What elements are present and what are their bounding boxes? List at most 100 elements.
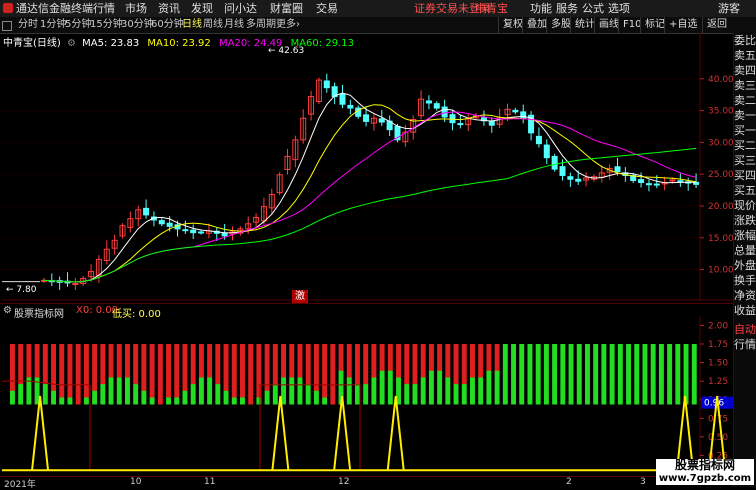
indicator-bar [281, 370, 286, 378]
indicator-bar [264, 344, 270, 351]
high-marker: ← 42.63 [268, 46, 305, 56]
tab-intraday[interactable]: 分时 [18, 17, 38, 33]
indicator-bar [174, 350, 180, 358]
indicator-bar [215, 397, 221, 405]
sidebar-item[interactable]: 现价 [734, 198, 756, 213]
indicator-bar [125, 397, 130, 405]
sidebar-item[interactable]: 卖五 [734, 48, 756, 63]
indicator-bar [461, 344, 467, 351]
indicator-bar [486, 390, 492, 398]
sidebar-item[interactable]: 净资 [734, 288, 756, 303]
indicator-bar [355, 377, 360, 385]
indicator-bar [313, 357, 319, 365]
indicator-bar [313, 364, 319, 372]
menu-discover[interactable]: 发现 [191, 0, 213, 17]
indicator-bar [585, 384, 590, 392]
sidebar-item[interactable]: 买五 [734, 183, 756, 198]
tab-daily[interactable]: 日线 [182, 17, 202, 33]
candlestick-chart[interactable]: 10.00 15.00 20.00 25.00 30.00 35.00 40.00 [0, 33, 734, 301]
tab-monthly[interactable]: 月线 [224, 17, 244, 33]
sidebar-item[interactable]: 买三 [734, 153, 756, 168]
high-marker-value: 42.63 [278, 46, 305, 56]
indicator-bar [149, 344, 155, 351]
indicator-bar [683, 350, 689, 358]
menu-market[interactable]: 市场 [125, 0, 147, 17]
tab-more[interactable]: 更多 [276, 17, 296, 33]
indicator-bar [256, 370, 262, 378]
indicator-bar [338, 350, 344, 358]
menu-ask[interactable]: 问小达 [224, 0, 257, 17]
indicator-bar [256, 390, 262, 398]
indicator-bar [617, 344, 623, 351]
guest-label[interactable]: 游客 [718, 0, 740, 17]
quote-button[interactable]: 行情 [734, 337, 756, 352]
indicator-bar [650, 350, 656, 358]
auto-button[interactable]: 自动 [734, 322, 756, 337]
menu-news[interactable]: 资讯 [158, 0, 180, 17]
indicator-bar [305, 370, 311, 378]
indicator-bar [330, 370, 336, 378]
indicator-bar [576, 377, 582, 385]
sidebar-item[interactable]: 买二 [734, 138, 756, 153]
sidebar-item[interactable]: 卖一 [734, 108, 756, 123]
sidebar-item[interactable]: 收益 [734, 303, 756, 318]
indicator-bar [675, 377, 681, 385]
indicator-bar [59, 397, 65, 405]
indicator-bar [338, 357, 344, 365]
tab-1min[interactable]: 1分钟 [40, 17, 66, 33]
tab-15min[interactable]: 15分钟 [90, 17, 123, 33]
menu-function[interactable]: 功能 [530, 0, 552, 17]
indicator-bar [601, 364, 607, 372]
indicator-bar [691, 384, 697, 392]
indicator-bar [67, 370, 73, 378]
indicator-bar [190, 364, 196, 372]
indicator-bar [371, 390, 377, 398]
sidebar-item[interactable]: 换手 [734, 273, 756, 288]
indicator-bar [543, 357, 549, 365]
event-badge[interactable]: 激 [292, 290, 308, 303]
sidebar-item[interactable]: 涨幅 [734, 228, 756, 243]
indicator-bar [108, 357, 114, 365]
sidebar-item[interactable]: 卖四 [734, 63, 756, 78]
menu-trade[interactable]: 交易 [316, 0, 338, 17]
menu-formula[interactable]: 公式 [582, 0, 604, 17]
sidebar-item[interactable]: 卖三 [734, 78, 756, 93]
candle-body [166, 222, 173, 227]
tab-multi-period[interactable]: 多周期 [246, 17, 276, 33]
sidebar-item[interactable]: 外盘 [734, 258, 756, 273]
tab-60min[interactable]: 60分钟 [151, 17, 184, 33]
indicator-bar [420, 377, 426, 385]
toggle-icon[interactable] [2, 21, 12, 31]
app-title: 通达信金融终端 [16, 2, 93, 15]
indicator-bar [560, 364, 566, 372]
indicator-bar [100, 397, 106, 405]
indicator-chart[interactable]: 0.250.500.751.001.251.501.752.000.96 [0, 316, 734, 476]
indicator-bar [412, 350, 418, 358]
more-chevron-icon[interactable]: › [296, 17, 300, 33]
indicator-bar [190, 384, 196, 392]
indicator-bar [26, 370, 32, 378]
tab-weekly[interactable]: 周线 [203, 17, 223, 33]
menu-quotes[interactable]: 行情 [93, 0, 115, 17]
back-button[interactable]: 返回 [702, 17, 731, 33]
menu-wealth[interactable]: 财富圈 [270, 0, 303, 17]
sidebar-item[interactable]: 卖二 [734, 93, 756, 108]
indicator-gear-icon[interactable]: ⚙ [3, 305, 12, 316]
sidebar-item[interactable]: 委比 [734, 33, 756, 48]
menu-service[interactable]: 服务 [556, 0, 578, 17]
indicator-bar [215, 357, 221, 365]
sidebar-item[interactable]: 总量 [734, 243, 756, 258]
indicator-bar [346, 397, 352, 405]
candle-body [198, 231, 205, 234]
indicator-tick-label: 1.50 [708, 359, 728, 369]
sidebar-item[interactable]: 涨跌 [734, 213, 756, 228]
indicator-bar [683, 357, 689, 365]
sidebar-item[interactable]: 买一 [734, 123, 756, 138]
tab-5min[interactable]: 5分钟 [65, 17, 91, 33]
tab-30min[interactable]: 30分钟 [121, 17, 154, 33]
indicator-bar [322, 364, 328, 372]
sidebar-item[interactable]: 买四 [734, 168, 756, 183]
add-watchlist-button[interactable]: +自选 [664, 17, 701, 33]
menu-options[interactable]: 选项 [608, 0, 630, 17]
indicator-bar [42, 397, 48, 405]
